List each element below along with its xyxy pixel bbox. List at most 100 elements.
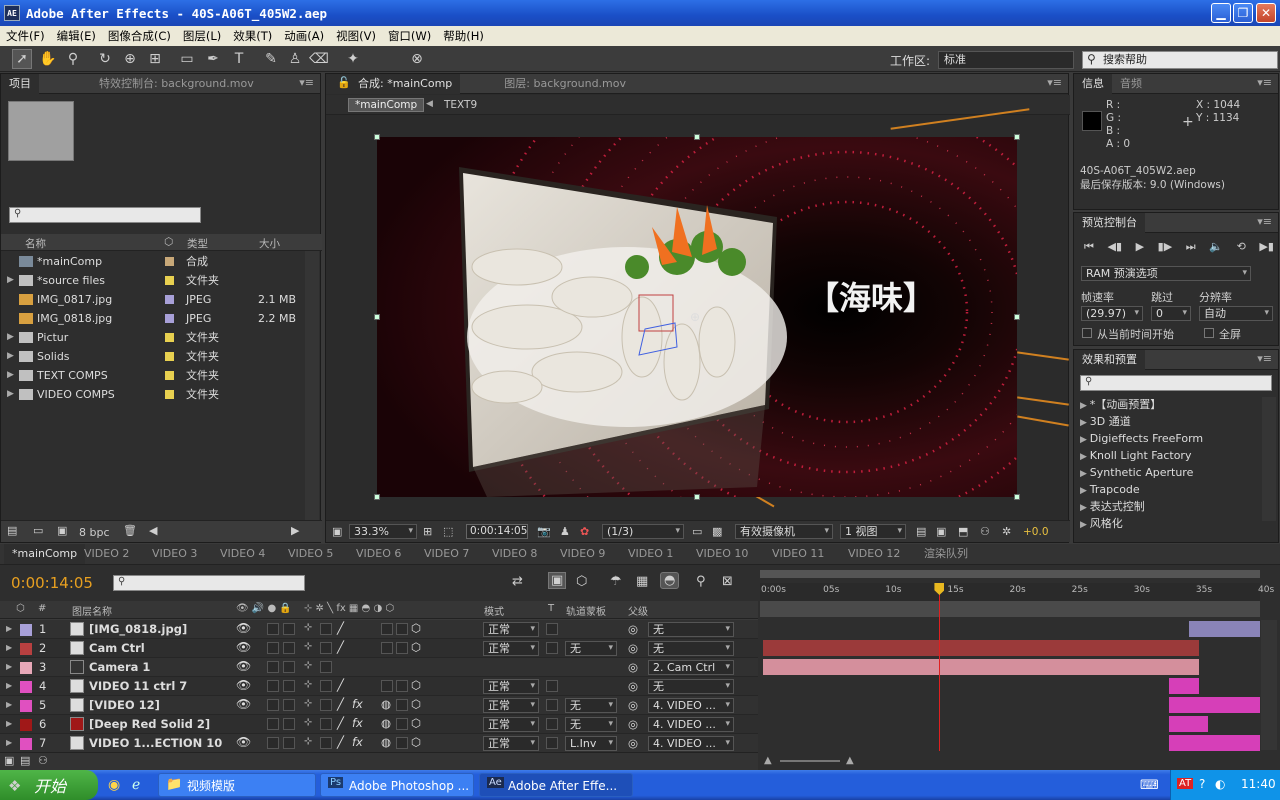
expand-arrow-icon[interactable]: ▶ <box>7 347 14 366</box>
shy-switch-icon[interactable]: ⊹ <box>304 660 312 671</box>
adjustment-switch[interactable] <box>396 642 408 654</box>
loop-icon[interactable]: ⟲ <box>1237 240 1246 256</box>
project-item[interactable]: ▶ TEXT COMPS 文件夹 <box>5 366 321 385</box>
shy-switch-icon[interactable]: ⊹ <box>304 717 312 728</box>
timeline-tab[interactable]: VIDEO 3 <box>144 544 205 564</box>
parent-select[interactable]: 4. VIDEO ... <box>648 698 734 713</box>
hide-shy-layers-icon[interactable]: ☂ <box>610 574 622 589</box>
layer-search-input[interactable]: ⚲ <box>113 575 305 591</box>
column-type[interactable]: 类型 <box>187 236 208 251</box>
graph-editor-icon[interactable]: ⚲ <box>696 574 706 589</box>
lock-toggle[interactable] <box>283 642 295 654</box>
layer-label-color[interactable] <box>20 662 32 674</box>
solo-toggle[interactable] <box>267 718 279 730</box>
3d-layer-icon[interactable]: ⬡ <box>411 640 421 654</box>
label-color-swatch[interactable] <box>165 352 174 361</box>
comp-mini-flowchart-icon[interactable]: ⇄ <box>512 574 523 589</box>
layer-duration-bar[interactable] <box>763 640 1200 656</box>
adjustment-switch[interactable] <box>396 737 408 749</box>
label-color-swatch[interactable] <box>165 314 174 323</box>
layer-duration-bar[interactable] <box>1169 697 1260 713</box>
ie-icon[interactable]: ℯ <box>132 777 140 793</box>
axis-mode-icon[interactable]: ⊗ <box>407 49 427 69</box>
tab-info[interactable]: 信息 <box>1074 73 1112 94</box>
mask-visibility-icon[interactable]: ⬚ <box>443 525 453 538</box>
parent-select[interactable]: 无 <box>648 679 734 694</box>
solo-toggle[interactable] <box>267 680 279 692</box>
parent-pickwhip-icon[interactable]: ◎ <box>628 679 638 693</box>
time-ruler[interactable]: 0:00s 05s 10s 15s 20s 25s 30s 35s 40s <box>760 583 1274 601</box>
interpret-footage-icon[interactable]: ▤ <box>7 524 17 537</box>
zoom-out-icon[interactable]: ▲ <box>764 755 772 766</box>
tab-project[interactable]: 项目 <box>1 73 39 94</box>
preserve-transparency-toggle[interactable] <box>546 642 558 654</box>
project-item[interactable]: *mainComp 合成 <box>5 252 321 271</box>
snapshot-icon[interactable]: 📷 <box>537 525 551 538</box>
timeline-tab[interactable]: VIDEO 4 <box>212 544 273 564</box>
playhead[interactable] <box>939 583 941 751</box>
adjustment-switch[interactable] <box>396 680 408 692</box>
breadcrumb-maincomp[interactable]: *mainComp <box>348 98 425 112</box>
visibility-eye-icon[interactable]: 👁 <box>236 735 251 749</box>
layer-label-color[interactable] <box>20 719 32 731</box>
layer-mode-select[interactable]: 正常 <box>483 622 539 637</box>
column-layer-name[interactable]: 图层名称 <box>72 603 112 618</box>
antivirus-icon[interactable]: AT <box>1177 778 1194 789</box>
track-matte-select[interactable]: 无 <box>565 717 617 732</box>
motion-blur-switch[interactable] <box>381 680 393 692</box>
flowchart-icon[interactable]: ⚇ <box>980 525 990 538</box>
in-out-pane-icon[interactable]: ⚇ <box>38 754 48 767</box>
label-color-swatch[interactable] <box>165 257 174 266</box>
minimize-button[interactable]: ▁ <box>1211 3 1231 23</box>
solo-toggle[interactable] <box>267 642 279 654</box>
motion-blur-icon[interactable]: ◓ <box>660 572 680 589</box>
effects-category[interactable]: ▶ 风格化 <box>1074 515 1260 532</box>
parent-select[interactable]: 2. Cam Ctrl <box>648 660 734 675</box>
column-parent[interactable]: 父级 <box>628 603 648 618</box>
layer-row[interactable]: ▶ 4 VIDEO 11 ctrl 7 👁 ⊹ ╱ ⬡ 正常 ◎ 无 <box>0 677 758 696</box>
motion-blur-switch-icon[interactable]: ◍ <box>381 697 391 711</box>
column-t[interactable]: T <box>548 603 554 614</box>
panel-menu-icon[interactable]: ▾≡ <box>1257 76 1272 89</box>
column-number[interactable]: # <box>38 603 46 614</box>
shy-switch-icon[interactable]: ⊹ <box>304 679 312 690</box>
timeline-scrollbar[interactable] <box>1261 620 1277 750</box>
track-matte-select[interactable]: L.Inv <box>565 736 617 751</box>
motion-blur-switch-icon[interactable]: ◍ <box>381 716 391 730</box>
column-size[interactable]: 大小 <box>259 236 280 251</box>
frame-rate-select[interactable]: (29.97) <box>1081 306 1143 321</box>
brush-tool-icon[interactable]: ✎ <box>261 49 281 69</box>
collapse-switch[interactable] <box>320 699 332 711</box>
quick-launch-icon[interactable]: ◉ <box>108 777 120 793</box>
column-trkmat[interactable]: 轨道蒙板 <box>566 603 606 618</box>
shy-switch-icon[interactable]: ⊹ <box>304 641 312 652</box>
visibility-eye-icon[interactable]: 👁 <box>236 640 251 654</box>
draft-3d-icon[interactable]: ⬡ <box>576 574 587 589</box>
layer-row[interactable]: ▶ 6 [Deep Red Solid 2] ⊹ ╱ fx ◍ ⬡ 正常 无 ◎ 4. VIDEO .… <box>0 715 758 734</box>
transform-handle[interactable] <box>694 494 700 500</box>
layer-row[interactable]: ▶ 1 [IMG_0818.jpg] 👁 ⊹ ╱ ⬡ 正常 ◎ 无 <box>0 620 758 639</box>
timeline-tab[interactable]: VIDEO 6 <box>348 544 409 564</box>
fx-switch-icon[interactable]: fx <box>352 716 363 730</box>
first-frame-icon[interactable]: ⏮ <box>1084 240 1094 256</box>
delete-icon[interactable]: 🗑 <box>123 524 137 537</box>
fast-previews-icon[interactable]: ▣ <box>936 525 946 538</box>
solo-toggle[interactable] <box>267 699 279 711</box>
effects-category[interactable]: ▶ Digieffects FreeForm <box>1074 430 1260 447</box>
new-comp-icon[interactable]: ▣ <box>57 524 67 537</box>
project-item[interactable]: IMG_0817.jpg JPEG 2.1 MB <box>5 290 321 309</box>
puppet-pin-tool-icon[interactable]: ✦ <box>343 49 363 69</box>
quality-switch-icon[interactable]: ╱ <box>337 697 344 711</box>
rectangle-mask-tool-icon[interactable]: ▭ <box>177 49 197 69</box>
motion-blur-switch[interactable] <box>381 623 393 635</box>
skip-select[interactable]: 0 <box>1151 306 1191 321</box>
menu-window[interactable]: 窗口(W) <box>382 28 437 44</box>
layer-mode-select[interactable]: 正常 <box>483 641 539 656</box>
timeline-tab[interactable]: VIDEO 2 <box>76 544 137 564</box>
collapse-switch[interactable] <box>320 737 332 749</box>
label-color-swatch[interactable] <box>165 295 174 304</box>
lock-icon[interactable]: 🔓 <box>337 76 351 89</box>
parent-pickwhip-icon[interactable]: ◎ <box>628 622 638 636</box>
effects-category[interactable]: ▶ Knoll Light Factory <box>1074 447 1260 464</box>
ram-preview-options-select[interactable]: RAM 预演选项 <box>1081 266 1251 281</box>
